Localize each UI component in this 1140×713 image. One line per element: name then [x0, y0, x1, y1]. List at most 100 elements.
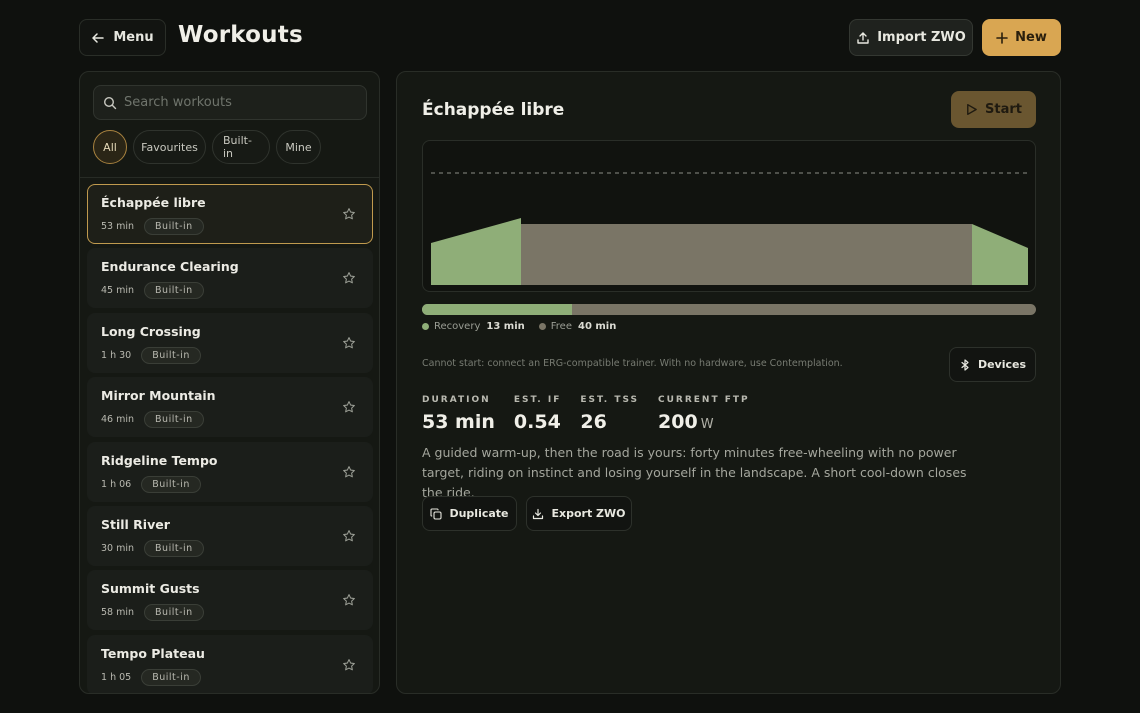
workout-name: Mirror Mountain	[101, 388, 216, 404]
start-label: Start	[985, 102, 1022, 117]
stat-unit: W	[700, 417, 714, 432]
recovery-dot	[422, 323, 429, 330]
play-icon	[967, 103, 977, 116]
search-box[interactable]	[93, 85, 367, 120]
workout-detail-panel: Échappée libre Start Recovery 13 min Fre…	[396, 71, 1061, 694]
devices-button[interactable]: Devices	[949, 347, 1036, 382]
stat-label: EST. IF	[513, 395, 562, 405]
divider	[80, 177, 379, 178]
workout-duration: 46 min	[101, 414, 135, 426]
stat-est-if: EST. IF 0.54	[514, 395, 561, 433]
workout-list-item[interactable]: Mirror Mountain 46 min Built-in	[87, 377, 373, 438]
filter-built-in[interactable]: Built-in	[212, 130, 270, 164]
stat-number: 26	[580, 411, 607, 433]
star-icon[interactable]	[342, 271, 356, 285]
workout-meta: 58 min Built-in	[101, 604, 204, 622]
duplicate-button[interactable]: Duplicate	[422, 496, 517, 531]
detail-title: Échappée libre	[422, 100, 565, 120]
workout-profile-svg	[431, 172, 1028, 285]
workout-meta: 1 h 05 Built-in	[101, 668, 201, 686]
export-zwo-label: Export ZWO	[551, 507, 626, 520]
workout-meta: 1 h 30 Built-in	[101, 346, 201, 364]
copy-icon	[430, 507, 443, 520]
stat-label: EST. TSS	[580, 395, 640, 405]
segment-legend: Recovery 13 min Free 40 min	[422, 321, 630, 332]
stat-value: 200 W	[658, 411, 750, 433]
stat-number: 53 min	[422, 411, 495, 433]
workout-badge: Built-in	[141, 668, 201, 686]
workout-badge: Built-in	[144, 282, 204, 300]
workout-name: Échappée libre	[101, 195, 206, 210]
workout-profile-chart	[422, 140, 1036, 292]
star-icon[interactable]	[342, 465, 356, 479]
menu-label: Menu	[113, 30, 154, 45]
workout-duration: 1 h 05	[101, 671, 132, 683]
workout-meta: 45 min Built-in	[101, 282, 204, 300]
workout-name: Still River	[101, 516, 170, 532]
search-icon	[103, 96, 117, 109]
filter-chips: All Favourites Built-in Mine	[93, 130, 321, 164]
upload-icon	[857, 31, 869, 44]
legend-free-value: 40 min	[577, 321, 617, 332]
workout-badge: Built-in	[144, 411, 204, 429]
workout-meta: 30 min Built-in	[101, 539, 204, 557]
workout-list-item[interactable]: Endurance Clearing 45 min Built-in	[87, 248, 373, 309]
new-workout-button[interactable]: New	[982, 19, 1061, 56]
cooldown-segment	[972, 224, 1028, 285]
workout-stats: DURATION 53 min EST. IF 0.54 EST. TSS 26…	[422, 395, 769, 433]
start-notice: Cannot start: connect an ERG-compatible …	[422, 358, 843, 369]
plus-icon	[996, 31, 1008, 44]
stat-number: 200	[658, 411, 698, 433]
workout-name: Long Crossing	[101, 323, 201, 339]
star-icon[interactable]	[342, 658, 356, 672]
workout-name: Tempo Plateau	[101, 645, 205, 661]
workout-list-item[interactable]: Summit Gusts 58 min Built-in	[87, 570, 373, 631]
star-icon[interactable]	[342, 336, 356, 350]
workout-list-item[interactable]: Long Crossing 1 h 30 Built-in	[87, 312, 373, 373]
search-input[interactable]	[124, 95, 344, 110]
stat-value: 53 min	[422, 411, 495, 433]
star-icon[interactable]	[342, 400, 356, 414]
stat-number: 0.54	[513, 411, 561, 433]
star-icon[interactable]	[342, 529, 356, 543]
workout-description: A guided warm-up, then the road is yours…	[422, 445, 967, 500]
segment-progress-bar	[422, 304, 1036, 315]
workout-duration: 1 h 30	[101, 349, 132, 361]
import-zwo-button[interactable]: Import ZWO	[849, 19, 973, 56]
download-icon	[533, 508, 544, 519]
new-workout-label: New	[1015, 30, 1047, 45]
star-icon[interactable]	[342, 207, 356, 221]
workout-list-item[interactable]: Still River 30 min Built-in	[87, 505, 373, 566]
bluetooth-icon	[961, 358, 969, 371]
arrow-left-icon	[92, 32, 105, 43]
devices-label: Devices	[977, 358, 1027, 371]
workout-badge: Built-in	[141, 475, 201, 493]
start-button[interactable]: Start	[951, 91, 1036, 128]
star-icon[interactable]	[342, 593, 356, 607]
export-zwo-button[interactable]: Export ZWO	[526, 496, 632, 531]
menu-button[interactable]: Menu	[79, 19, 166, 56]
stat-est-tss: EST. TSS 26	[580, 395, 639, 433]
workout-list: Échappée libre 53 min Built-in Endurance…	[87, 184, 373, 693]
filter-favourites[interactable]: Favourites	[133, 130, 206, 164]
workout-duration: 58 min	[101, 607, 135, 619]
workout-list-item[interactable]: Tempo Plateau 1 h 05 Built-in	[87, 634, 373, 693]
workout-meta: 46 min Built-in	[101, 411, 204, 429]
legend-recovery-value: 13 min	[486, 321, 525, 332]
workout-list-item[interactable]: Échappée libre 53 min Built-in	[87, 184, 373, 244]
workout-list-item[interactable]: Ridgeline Tempo 1 h 06 Built-in	[87, 441, 373, 502]
filter-all[interactable]: All	[93, 130, 127, 164]
import-zwo-label: Import ZWO	[877, 30, 966, 45]
workout-duration: 53 min	[101, 221, 135, 232]
workout-badge: Built-in	[144, 539, 204, 557]
stat-label: DURATION	[422, 395, 491, 405]
workout-badge: Built-in	[144, 604, 204, 622]
workout-badge: Built-in	[144, 218, 204, 235]
stat-duration: DURATION 53 min	[422, 395, 495, 433]
warmup-segment	[431, 218, 521, 285]
progress-fill	[422, 304, 573, 315]
page-title: Workouts	[178, 22, 303, 48]
filter-mine[interactable]: Mine	[276, 130, 321, 164]
workout-duration: 1 h 06	[101, 478, 132, 490]
workout-duration: 30 min	[101, 542, 135, 554]
